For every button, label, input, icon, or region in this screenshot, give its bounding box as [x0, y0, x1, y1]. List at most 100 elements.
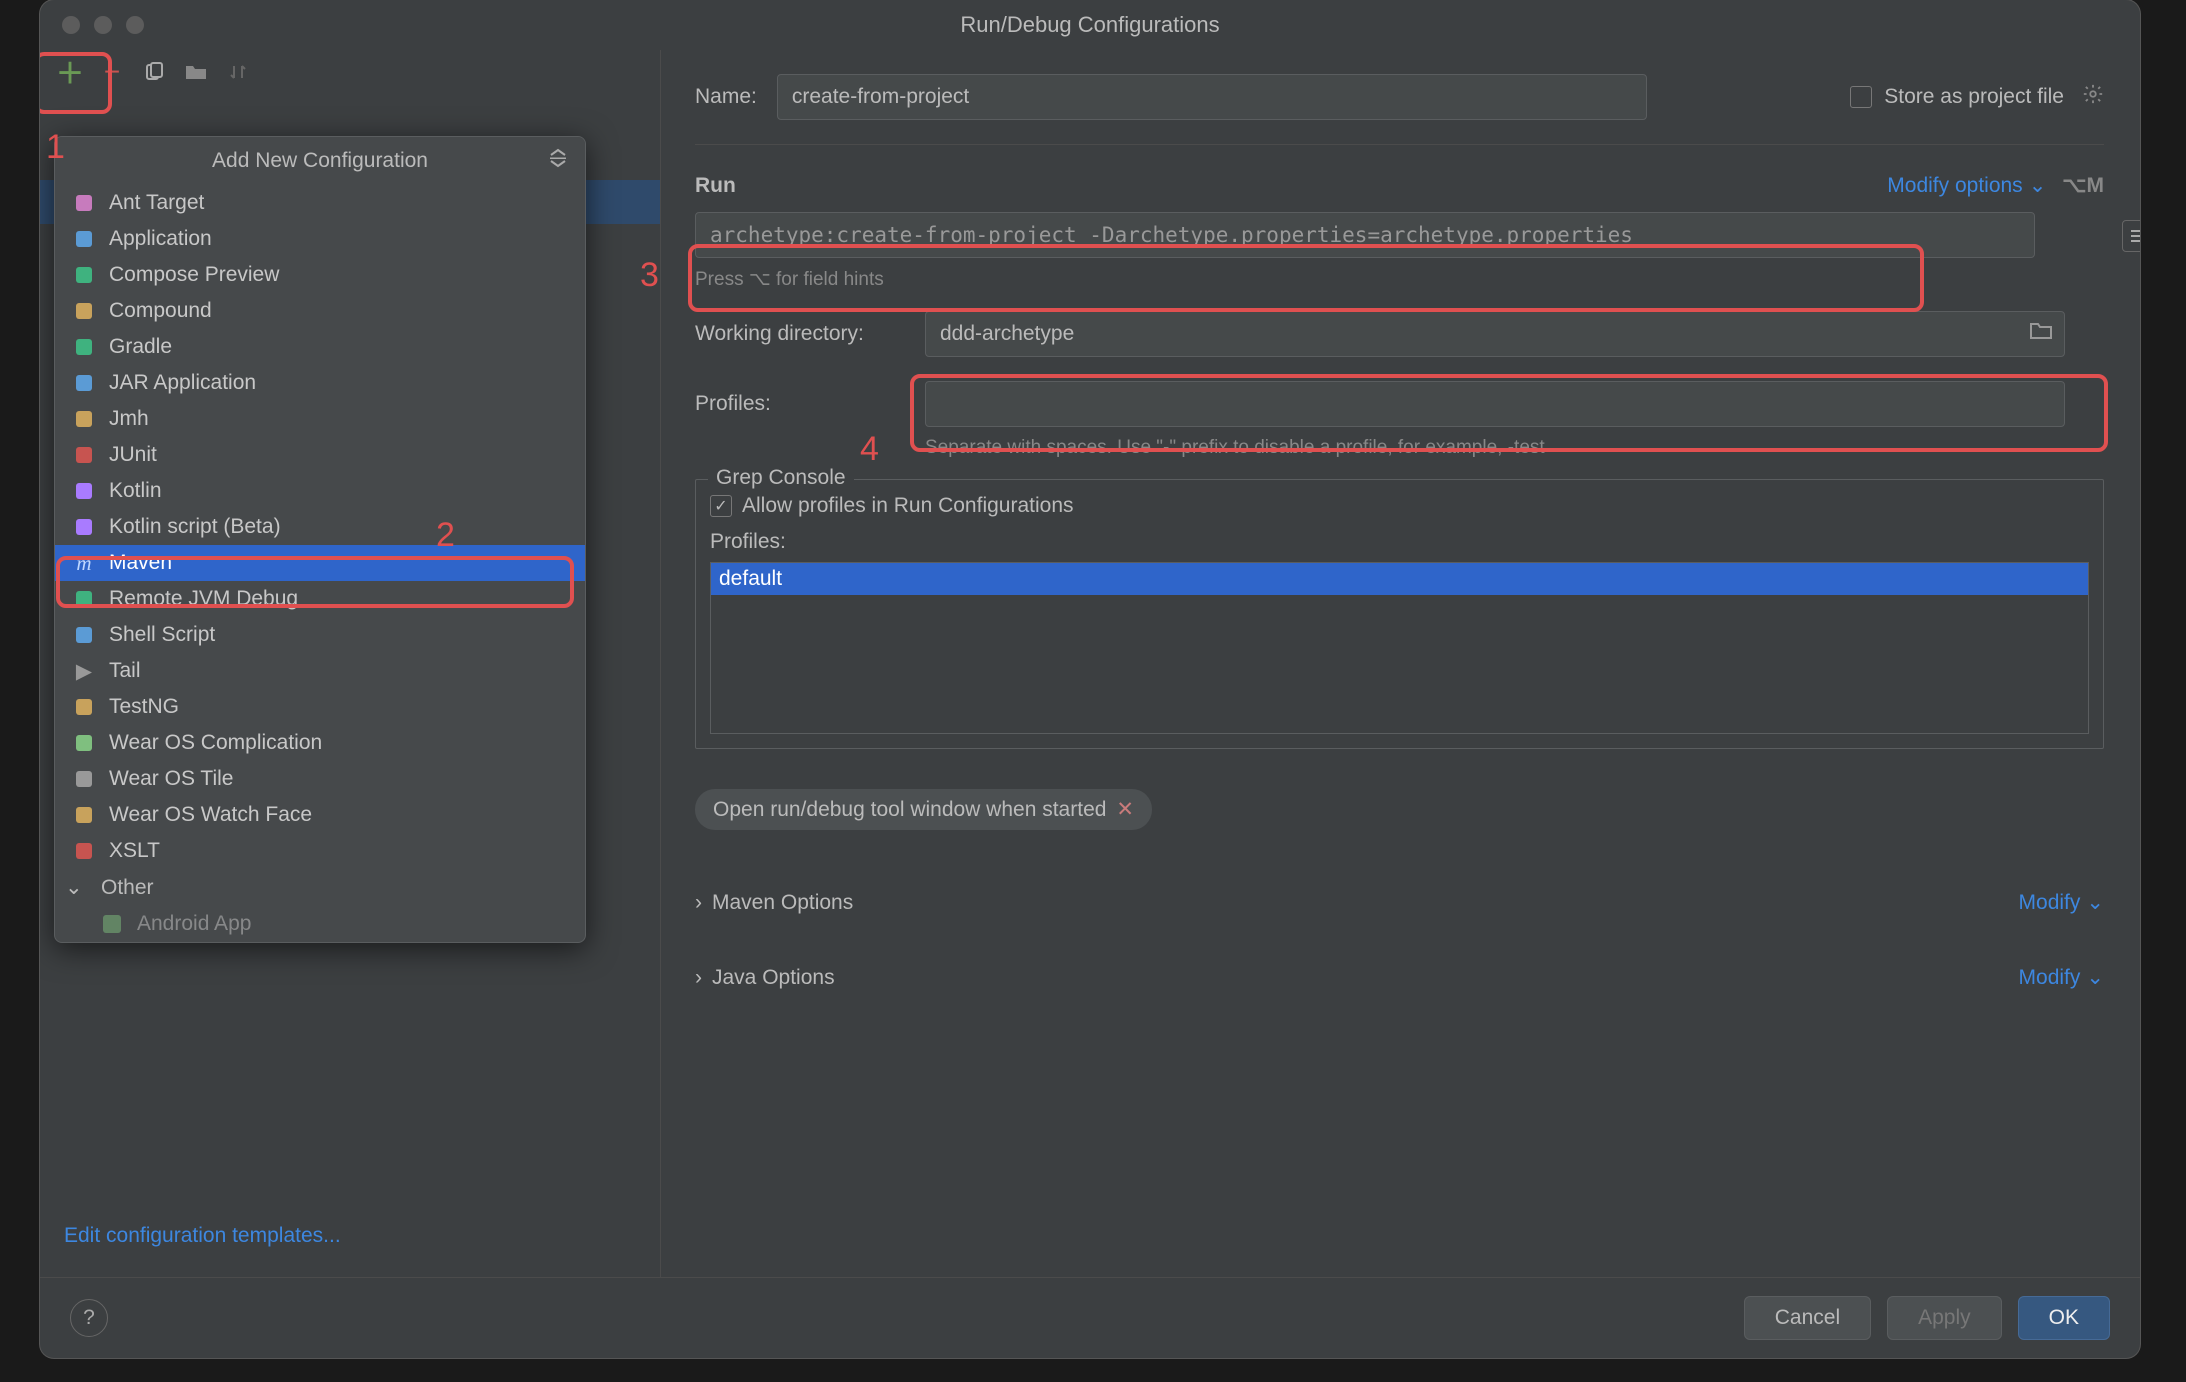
config-toolbar: ＋ −	[40, 50, 660, 94]
config-type-label: Maven	[109, 551, 172, 575]
apply-button[interactable]: Apply	[1887, 1296, 2002, 1340]
close-icon[interactable]	[62, 16, 80, 34]
jar-icon	[73, 372, 95, 394]
zoom-icon[interactable]	[126, 16, 144, 34]
kotlin-script-icon	[73, 516, 95, 538]
profiles-hint: Separate with spaces. Use "-" prefix to …	[925, 437, 2104, 459]
compose-icon	[73, 264, 95, 286]
java-modify-link[interactable]: Modify ⌄	[2019, 965, 2104, 990]
config-type-label: JAR Application	[109, 371, 256, 395]
ok-button[interactable]: OK	[2018, 1296, 2110, 1340]
dialog-title: Run/Debug Configurations	[960, 12, 1219, 37]
remove-configuration-button[interactable]: −	[100, 60, 124, 84]
maven-icon: m	[73, 552, 95, 574]
config-type-label: Wear OS Complication	[109, 731, 322, 755]
maven-options-expander[interactable]: › Maven Options Modify ⌄	[695, 890, 2104, 915]
config-type-item[interactable]: m Maven	[55, 545, 585, 581]
config-type-item[interactable]: Application	[55, 221, 585, 257]
config-type-label: Shell Script	[109, 623, 215, 647]
config-type-item[interactable]: JUnit	[55, 437, 585, 473]
wear-tile-icon	[73, 768, 95, 790]
grep-console-label: Grep Console	[708, 466, 854, 490]
sort-button[interactable]	[226, 60, 250, 84]
working-directory-input[interactable]	[925, 311, 2065, 357]
configuration-type-list[interactable]: Ant Target ApplicationCompose PreviewComp…	[55, 185, 585, 942]
testng-icon	[73, 696, 95, 718]
config-type-item[interactable]: Wear OS Tile	[55, 761, 585, 797]
wear-complication-icon	[73, 732, 95, 754]
config-type-item[interactable]: Gradle	[55, 329, 585, 365]
profiles-label: Profiles:	[695, 392, 905, 416]
config-type-label: TestNG	[109, 695, 179, 719]
configuration-editor: Name: Store as project file Run Modify o…	[661, 50, 2140, 1278]
config-type-item[interactable]: Wear OS Watch Face	[55, 797, 585, 833]
java-options-expander[interactable]: › Java Options Modify ⌄	[695, 965, 2104, 990]
chevron-down-icon: ⌄	[2029, 173, 2047, 198]
config-type-item[interactable]: Compose Preview	[55, 257, 585, 293]
config-type-label: Ant Target	[109, 191, 204, 215]
config-type-label: Kotlin script (Beta)	[109, 515, 281, 539]
config-type-item[interactable]: Kotlin	[55, 473, 585, 509]
config-type-label: XSLT	[109, 839, 160, 863]
run-section-label: Run	[695, 174, 736, 198]
grep-profile-item[interactable]: default	[711, 563, 2088, 595]
config-type-item[interactable]: Android App	[55, 906, 585, 942]
config-type-item[interactable]: JAR Application	[55, 365, 585, 401]
config-type-item[interactable]: XSLT	[55, 833, 585, 869]
config-type-item[interactable]: TestNG	[55, 689, 585, 725]
config-type-item[interactable]: ▶Tail	[55, 653, 585, 689]
open-tool-window-chip[interactable]: Open run/debug tool window when started …	[695, 789, 1152, 830]
allow-profiles-checkbox[interactable]: ✓	[710, 495, 732, 517]
junit-icon	[73, 444, 95, 466]
profiles-input[interactable]	[925, 381, 2065, 427]
callout-3: 3	[640, 256, 659, 295]
config-category-other[interactable]: ⌄Other	[55, 869, 585, 906]
chevron-down-icon: ⌄	[2086, 890, 2104, 915]
dialog-footer: ? Cancel Apply OK	[40, 1277, 2140, 1358]
run-command-input[interactable]	[695, 212, 2035, 258]
chevron-right-icon: ›	[695, 966, 702, 990]
config-type-item[interactable]: Shell Script	[55, 617, 585, 653]
config-type-label: Wear OS Tile	[109, 767, 233, 791]
store-as-project-file-checkbox[interactable]	[1850, 86, 1872, 108]
config-type-label: Jmh	[109, 407, 149, 431]
gear-icon[interactable]	[2082, 83, 2104, 111]
allow-profiles-label: Allow profiles in Run Configurations	[742, 494, 1074, 518]
folder-button[interactable]	[184, 60, 208, 84]
configurations-panel: ＋ − Edit configuration templates... Add …	[40, 50, 661, 1278]
window-controls[interactable]	[62, 16, 144, 34]
store-as-project-file-label: Store as project file	[1884, 85, 2064, 109]
modify-options-shortcut: ⌥M	[2062, 173, 2104, 198]
cancel-button[interactable]: Cancel	[1744, 1296, 1871, 1340]
config-type-item[interactable]: Wear OS Complication	[55, 725, 585, 761]
add-configuration-button[interactable]: ＋	[58, 60, 82, 84]
callout-2: 2	[436, 516, 455, 555]
help-button[interactable]: ?	[70, 1299, 108, 1337]
callout-4: 4	[860, 430, 879, 469]
copy-configuration-button[interactable]	[142, 60, 166, 84]
gradle-icon	[73, 336, 95, 358]
minimize-icon[interactable]	[94, 16, 112, 34]
config-type-item[interactable]: Ant Target	[55, 185, 585, 221]
remote-icon	[73, 588, 95, 610]
maven-modify-link[interactable]: Modify ⌄	[2019, 890, 2104, 915]
chevron-right-icon: ›	[695, 891, 702, 915]
grep-profiles-list[interactable]: default	[710, 562, 2089, 734]
folder-icon[interactable]	[2029, 320, 2053, 346]
config-type-item[interactable]: Jmh	[55, 401, 585, 437]
config-type-label: Gradle	[109, 335, 172, 359]
popup-title: Add New Configuration	[55, 137, 585, 185]
application-icon	[73, 228, 95, 250]
config-type-item[interactable]: Remote JVM Debug	[55, 581, 585, 617]
collapse-icon[interactable]	[547, 147, 569, 175]
config-type-item[interactable]: Kotlin script (Beta)	[55, 509, 585, 545]
tasks-list-icon[interactable]	[2122, 220, 2140, 252]
modify-options-link[interactable]: Modify options ⌄	[1887, 173, 2046, 198]
remove-chip-icon[interactable]: ✕	[1116, 797, 1134, 822]
grep-profiles-label: Profiles:	[710, 530, 2089, 554]
name-input[interactable]	[777, 74, 1647, 120]
edit-templates-link[interactable]: Edit configuration templates...	[64, 1224, 341, 1248]
config-type-item[interactable]: Compound	[55, 293, 585, 329]
run-debug-dialog: Run/Debug Configurations ＋ − Edit config…	[40, 0, 2140, 1358]
config-type-label: Remote JVM Debug	[109, 587, 298, 611]
